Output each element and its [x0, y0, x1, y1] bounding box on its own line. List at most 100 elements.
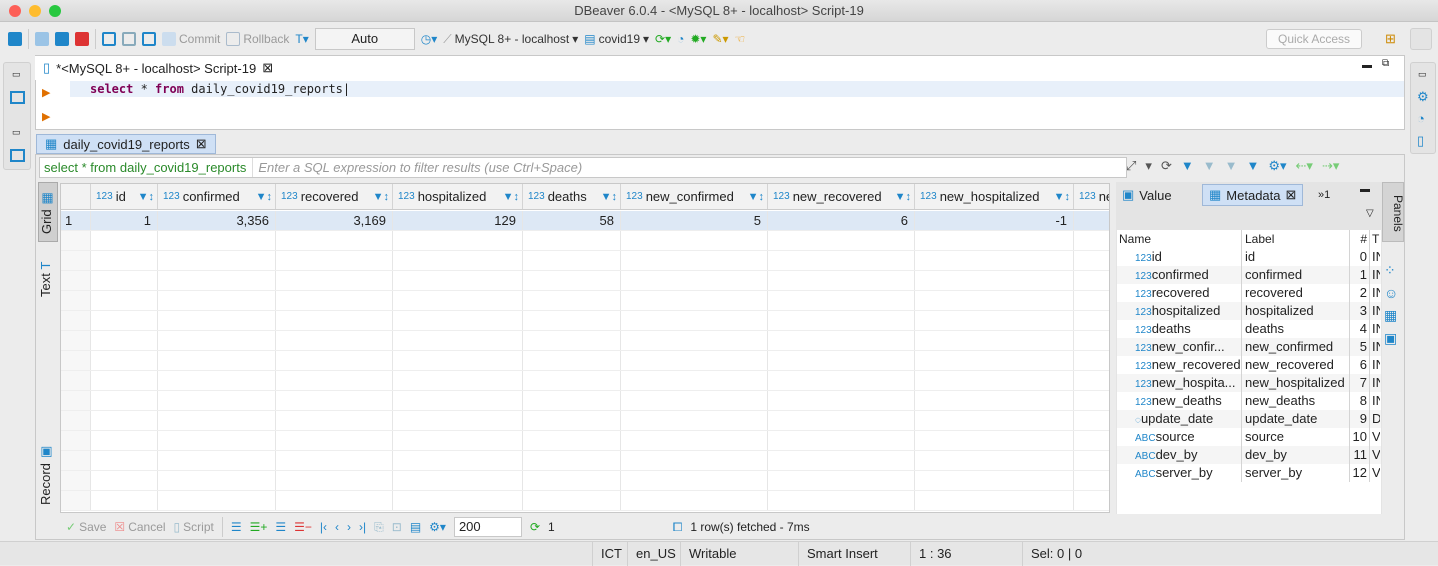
sort-filter-icon[interactable]: ▼↕ [1054, 191, 1070, 203]
value-tab[interactable]: ▣ Value [1116, 184, 1178, 206]
table-row[interactable] [61, 291, 1109, 311]
cell[interactable] [915, 231, 1074, 250]
cell[interactable] [768, 291, 915, 310]
cell[interactable] [393, 271, 523, 290]
cell[interactable] [393, 371, 523, 390]
cell[interactable] [915, 311, 1074, 330]
cell[interactable] [768, 391, 915, 410]
copy-row-icon[interactable]: ☰ [275, 520, 286, 534]
cell[interactable] [768, 231, 915, 250]
cell[interactable] [91, 471, 158, 490]
execute-statement-icon[interactable]: ▶ [42, 86, 50, 99]
cell[interactable] [158, 311, 276, 330]
table-row[interactable] [61, 451, 1109, 471]
cell[interactable] [276, 431, 393, 450]
cell[interactable] [276, 291, 393, 310]
cell[interactable] [523, 271, 621, 290]
maximize-editor-icon[interactable]: ⧉ [1382, 58, 1389, 69]
value-panel-icon[interactable]: ▣ [1384, 330, 1398, 347]
quick-access-input[interactable]: Quick Access [1266, 29, 1362, 49]
fetch-all-icon[interactable]: ⊡ [392, 520, 402, 534]
pointer-button[interactable]: ☜ [735, 32, 746, 46]
cell[interactable] [276, 391, 393, 410]
fetch-size-input[interactable]: 200 [453, 517, 522, 537]
cell[interactable] [91, 311, 158, 330]
sort-filter-icon[interactable]: ▼↕ [256, 191, 272, 203]
metadata-row[interactable]: 123confirmedconfirmed1IN [1117, 266, 1381, 284]
cell[interactable] [393, 331, 523, 350]
row-number[interactable] [61, 351, 91, 370]
table-row[interactable] [61, 311, 1109, 331]
cell[interactable] [393, 351, 523, 370]
execute-new-tab-icon[interactable]: ▶ [42, 110, 50, 123]
cell[interactable] [91, 431, 158, 450]
panel-toggle-icon[interactable]: ⧠ [673, 520, 683, 535]
delete-row-icon[interactable]: ☰− [294, 520, 312, 534]
cell[interactable] [393, 491, 523, 510]
cell[interactable] [1074, 371, 1109, 390]
cell[interactable] [621, 271, 768, 290]
cell[interactable] [621, 291, 768, 310]
cell[interactable] [1074, 331, 1109, 350]
column-header-deaths[interactable]: 123 deaths ▼↕ [523, 184, 621, 209]
cell[interactable] [158, 371, 276, 390]
cell[interactable] [915, 291, 1074, 310]
cell[interactable] [1074, 411, 1109, 430]
add-row-icon[interactable]: ☰+ [250, 520, 268, 534]
connect-icon[interactable] [35, 32, 49, 46]
navigator-icon[interactable] [10, 91, 25, 104]
cell[interactable] [1074, 491, 1109, 510]
cell[interactable] [393, 291, 523, 310]
cell[interactable] [1074, 231, 1109, 250]
fetch-next-icon[interactable]: ⎘ [374, 520, 384, 535]
cell[interactable] [276, 471, 393, 490]
results-grid[interactable]: 123 id ▼↕ 123 confirmed ▼↕ 123 recovered ▼↕ 123 ho… [60, 183, 1110, 513]
column-header-hospitalized[interactable]: 123 hospitalized ▼↕ [393, 184, 523, 209]
cell[interactable] [276, 271, 393, 290]
column-header-recovered[interactable]: 123 recovered ▼↕ [276, 184, 393, 209]
refresh-schema-button[interactable]: ⟳▾ [655, 32, 671, 46]
cell[interactable] [1074, 391, 1109, 410]
table-row[interactable] [61, 231, 1109, 251]
cell[interactable] [523, 411, 621, 430]
metadata-row[interactable]: ABCsource source 10 V [1117, 428, 1381, 446]
cell[interactable] [91, 251, 158, 270]
metadata-row[interactable]: 123hospitalizedhospitalized3IN [1117, 302, 1381, 320]
cell[interactable] [768, 311, 915, 330]
record-tab[interactable]: Record ▣ [38, 440, 58, 510]
panels-toggle[interactable]: Panels [1382, 182, 1405, 242]
metadata-row[interactable]: ABCserver_by server_by 12 V [1117, 464, 1381, 482]
cell[interactable] [621, 351, 768, 370]
cell[interactable] [523, 331, 621, 350]
connection-selector[interactable]: ⟋ MySQL 8+ - localhost ▾ [443, 32, 578, 47]
table-row[interactable] [61, 471, 1109, 491]
table-row[interactable] [61, 351, 1109, 371]
metadata-column-header[interactable]: Name [1117, 230, 1242, 248]
row-number[interactable] [61, 451, 91, 470]
cell[interactable] [915, 491, 1074, 510]
cell[interactable] [1074, 351, 1109, 370]
cell[interactable] [158, 291, 276, 310]
rollback-button[interactable]: Rollback [226, 32, 289, 46]
cell[interactable] [276, 371, 393, 390]
cell[interactable] [393, 311, 523, 330]
metadata-column-header[interactable]: Label [1242, 230, 1350, 248]
table-row[interactable] [61, 411, 1109, 431]
cell[interactable] [621, 471, 768, 490]
row-number[interactable]: 1 [61, 211, 91, 230]
metadata-row[interactable]: ABCdev_by dev_by 11 V [1117, 446, 1381, 464]
table-row[interactable] [61, 371, 1109, 391]
cell[interactable] [158, 391, 276, 410]
metadata-panel-icon[interactable]: ▦ [1384, 307, 1398, 324]
sort-filter-icon[interactable]: ▼↕ [748, 191, 764, 203]
minimize-panel-icon[interactable]: ▬ [1360, 184, 1370, 195]
cell[interactable] [158, 351, 276, 370]
results-tab[interactable]: ▦ daily_covid19_reports ⊠ [36, 134, 216, 154]
export-icon[interactable]: ▤ [410, 520, 421, 534]
cell[interactable] [158, 491, 276, 510]
column-header-new_confirmed[interactable]: 123 new_confirmed ▼↕ [621, 184, 768, 209]
script-button[interactable]: ▯ Script [174, 520, 214, 534]
cell[interactable] [915, 271, 1074, 290]
metadata-row[interactable]: 123new_deathsnew_deaths8IN [1117, 392, 1381, 410]
metadata-row[interactable]: 123new_recoverednew_recovered6IN [1117, 356, 1381, 374]
